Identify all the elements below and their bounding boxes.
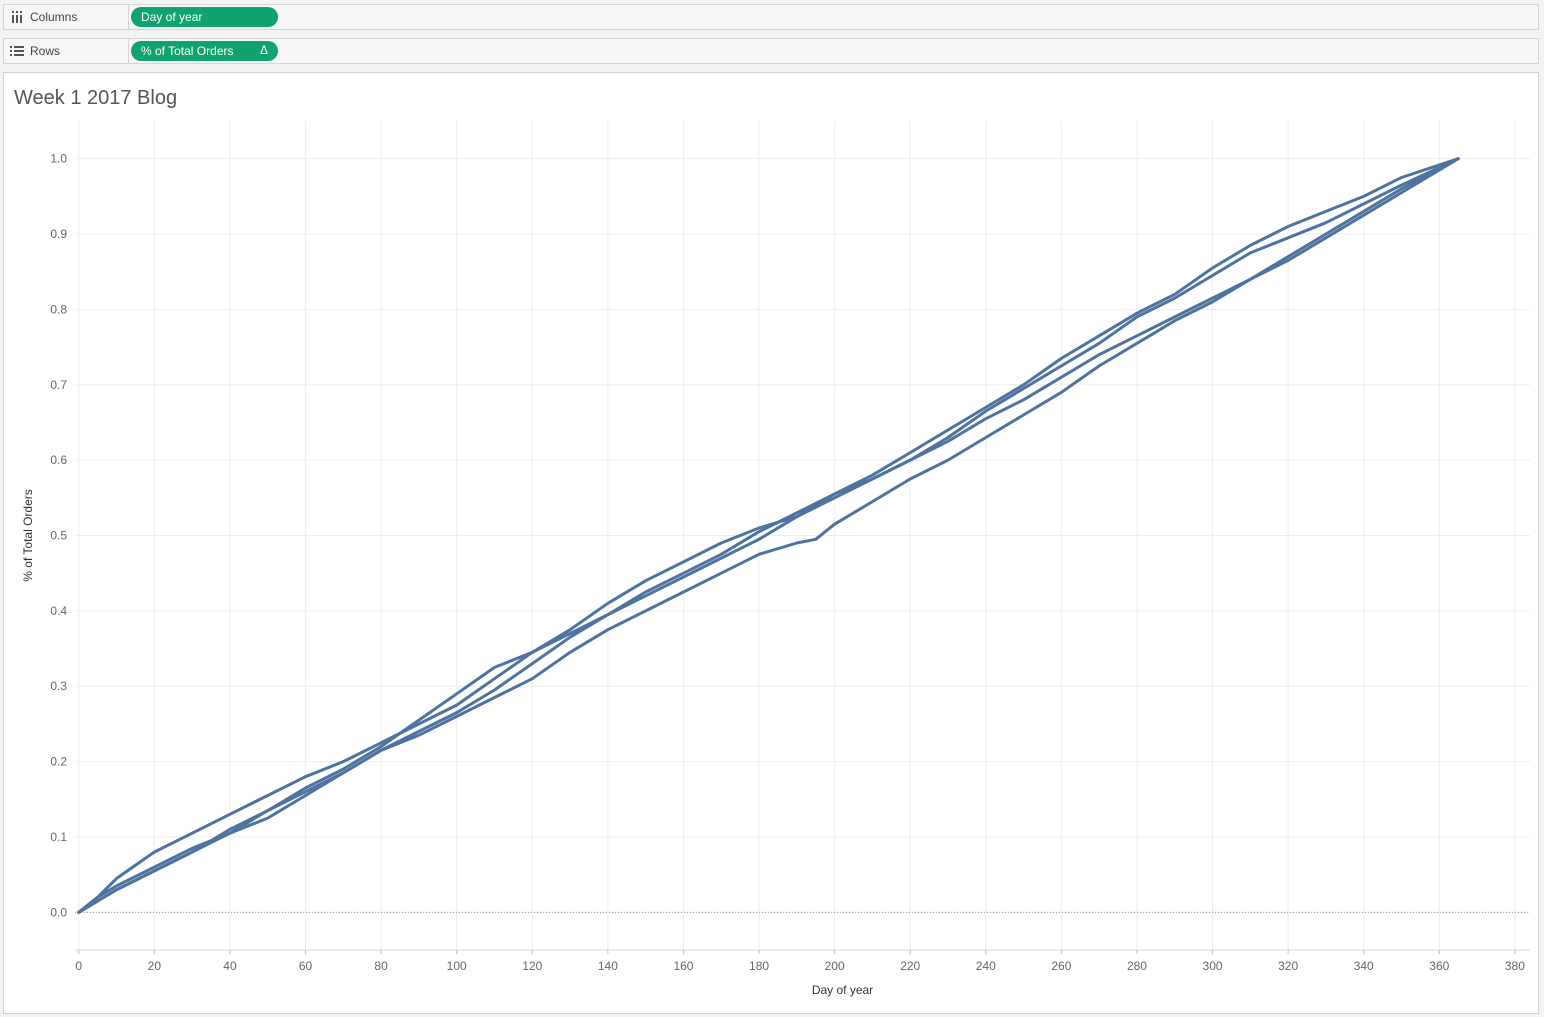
x-tick-label: 160 [673,959,693,973]
y-tick-label: 0.4 [50,604,67,618]
rows-shelf-label: Rows [4,39,129,63]
x-tick-label: 20 [148,959,162,973]
worksheet-view: Week 1 2017 Blog 0 20 40 60 80 100 120 140 160 18… [3,72,1539,1014]
rows-shelf[interactable]: Rows % of Total Orders Δ [3,38,1539,64]
x-tick-label: 140 [598,959,618,973]
y-tick-label: 0.6 [50,453,67,467]
y-tick-label: 0.2 [50,755,67,769]
x-tick-label: 220 [900,959,920,973]
x-tick-label: 180 [749,959,769,973]
x-tick-label: 60 [299,959,313,973]
x-tick-label: 120 [522,959,542,973]
percent-total-orders-pill[interactable]: % of Total Orders Δ [131,41,278,61]
x-tick-label: 300 [1203,959,1223,973]
rows-label-text: Rows [30,44,61,58]
columns-shelf-label: Columns [4,5,129,29]
line-chart[interactable]: 0 20 40 60 80 100 120 140 160 180 200 220 240 260 280 3… [4,73,1538,1013]
x-tick-label: 260 [1051,959,1071,973]
columns-label-text: Columns [30,10,78,24]
y-tick-label: 0.8 [50,302,67,316]
x-tick-label: 280 [1127,959,1147,973]
x-tick-label: 240 [976,959,996,973]
percent-total-orders-pill-text: % of Total Orders [141,44,234,58]
y-tick-label: 0.7 [50,378,67,392]
table-calc-delta-icon: Δ [259,43,268,57]
y-tick-label: 0.3 [50,679,67,693]
x-tick-label: 380 [1505,959,1525,973]
y-tick-label: 0.0 [50,905,67,919]
x-tick-label: 360 [1429,959,1449,973]
x-tick-label: 200 [825,959,845,973]
y-axis-title: % of Total Orders [21,489,35,581]
day-of-year-pill[interactable]: Day of year [131,7,278,27]
day-of-year-pill-text: Day of year [141,10,203,24]
x-axis-title: Day of year [812,983,873,997]
columns-shelf[interactable]: Columns Day of year [3,4,1539,30]
y-tick-label: 0.5 [50,529,67,543]
columns-icon [10,11,24,23]
y-tick-label: 1.0 [50,152,67,166]
rows-icon [10,45,24,57]
x-tick-label: 100 [447,959,467,973]
x-tick-label: 340 [1354,959,1374,973]
x-tick-label: 320 [1278,959,1298,973]
y-tick-label: 0.1 [50,830,67,844]
y-tick-label: 0.9 [50,227,67,241]
x-tick-label: 0 [75,959,82,973]
x-tick-label: 80 [374,959,388,973]
x-tick-label: 40 [223,959,237,973]
